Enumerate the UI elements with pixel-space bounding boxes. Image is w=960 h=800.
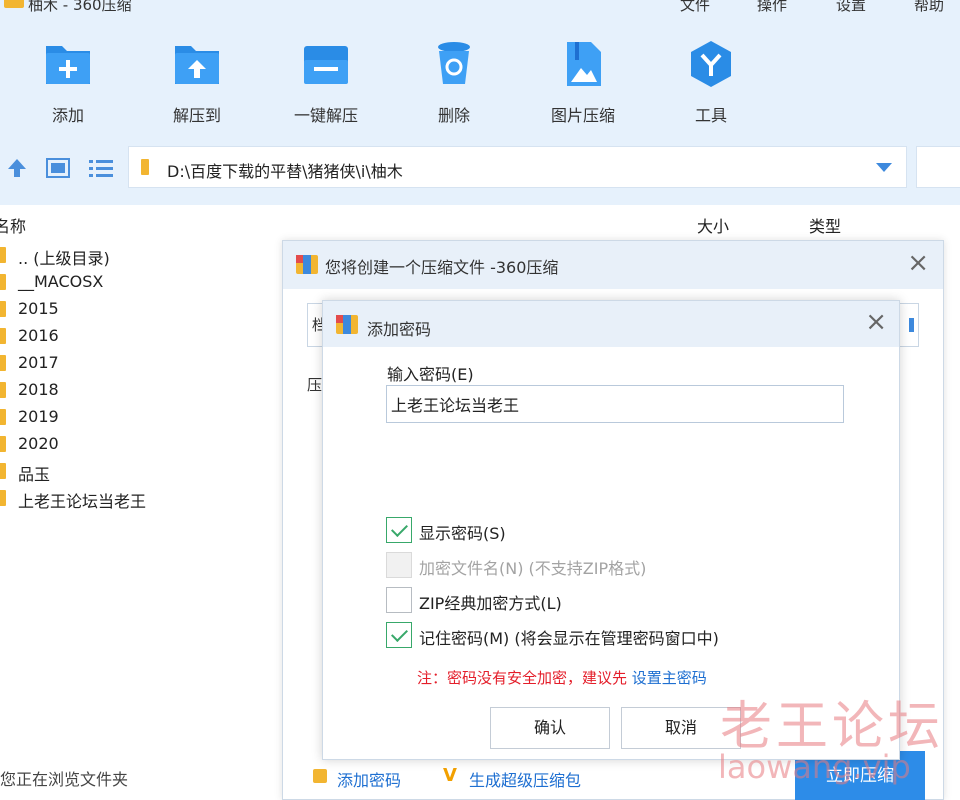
super-package-link[interactable]: 生成超级压缩包 <box>469 767 581 791</box>
folder-icon <box>0 274 6 290</box>
column-type[interactable]: 类型 <box>809 213 841 237</box>
set-master-password-link[interactable]: 设置主密码 <box>632 669 707 687</box>
list-item[interactable]: .. (上级目录) <box>0 242 280 269</box>
list-item[interactable]: 品玉 <box>0 458 280 485</box>
menu-file[interactable]: 文件 <box>680 0 710 15</box>
file-name: 2016 <box>18 326 59 345</box>
extract-to-button[interactable]: 解压到 <box>149 38 245 126</box>
zip-classic-encryption-label: ZIP经典加密方式(L) <box>419 594 562 613</box>
folder-icon <box>0 328 6 344</box>
list-item[interactable]: 2019 <box>0 404 280 431</box>
menu-help[interactable]: 帮助 <box>914 0 944 15</box>
one-click-extract-button[interactable]: 一键解压 <box>278 38 374 126</box>
file-name: 2017 <box>18 353 59 372</box>
one-click-extract-label: 一键解压 <box>293 106 358 125</box>
dialog-title: 添加密码 <box>367 320 432 339</box>
watermark-url: laowang.vip <box>718 748 911 786</box>
dialog-title: 您将创建一个压缩文件 -360压缩 <box>325 258 559 277</box>
folder-icon <box>0 301 6 317</box>
tools-label: 工具 <box>694 106 727 125</box>
folder-icon <box>0 247 6 263</box>
delete-icon <box>438 42 470 84</box>
list-item[interactable]: 2016 <box>0 323 280 350</box>
list-item[interactable]: 2015 <box>0 296 280 323</box>
dialog-header: 添加密码 × <box>323 301 899 347</box>
add-label: 添加 <box>51 106 84 125</box>
file-name: .. (上级目录) <box>18 249 110 268</box>
status-text: 您正在浏览文件夹 <box>0 770 129 789</box>
menu-settings[interactable]: 设置 <box>836 0 866 15</box>
up-arrow-icon[interactable] <box>6 157 28 179</box>
add-password-link[interactable]: 添加密码 <box>337 767 401 791</box>
archive-icon <box>336 315 358 334</box>
file-name: 2018 <box>18 380 59 399</box>
menu-operate[interactable]: 操作 <box>757 0 787 15</box>
compress-label: 压 <box>307 376 323 394</box>
encrypt-filename-checkbox[interactable] <box>386 552 412 578</box>
folder-icon <box>0 382 6 398</box>
show-password-label: 显示密码(S) <box>419 524 506 543</box>
super-package-icon: V <box>443 765 457 786</box>
note-text: 注：密码没有安全加密，建议先 <box>417 669 628 687</box>
file-name: 2015 <box>18 299 59 318</box>
remember-password-checkbox[interactable] <box>386 622 412 648</box>
field-accent <box>909 318 914 332</box>
password-input[interactable] <box>386 385 844 423</box>
file-name: 上老王论坛当老王 <box>18 492 147 511</box>
list-item[interactable]: __MACOSX <box>0 269 280 296</box>
view-thumbnail-icon[interactable] <box>46 157 70 179</box>
search-input[interactable] <box>916 146 960 188</box>
file-name: 2020 <box>18 434 59 453</box>
delete-label: 删除 <box>437 106 470 125</box>
one-click-extract-icon <box>304 46 348 84</box>
tools-icon <box>691 41 731 87</box>
add-icon <box>46 46 90 84</box>
folder-icon <box>0 409 6 425</box>
file-name: 2019 <box>18 407 59 426</box>
extract-to-label: 解压到 <box>172 106 221 125</box>
image-compress-icon <box>567 42 601 86</box>
close-icon[interactable]: × <box>865 307 887 337</box>
window-title: 柚木 - 360压缩 <box>28 0 132 14</box>
folder-icon <box>0 436 6 452</box>
folder-icon <box>0 355 6 371</box>
folder-icon <box>0 463 6 479</box>
show-password-checkbox[interactable] <box>386 517 412 543</box>
list-item[interactable]: 上老王论坛当老王 <box>0 485 280 512</box>
toolbar: 添加 解压到 一键解压 删除 图片压缩 工具 <box>0 30 960 135</box>
column-size[interactable]: 大小 <box>697 213 729 237</box>
list-item[interactable]: 2020 <box>0 431 280 458</box>
title-bar: 柚木 - 360压缩 文件 操作 设置 帮助 <box>0 0 960 30</box>
lock-icon <box>313 769 327 783</box>
column-header: 名称 大小 类型 <box>0 205 960 239</box>
file-name: 品玉 <box>18 465 51 484</box>
password-label: 输入密码(E) <box>387 365 474 384</box>
list-item[interactable]: 2017 <box>0 350 280 377</box>
close-icon[interactable]: × <box>907 248 929 278</box>
confirm-button[interactable]: 确认 <box>490 707 610 749</box>
remember-password-label: 记住密码(M) (将会显示在管理密码窗口中) <box>419 629 719 648</box>
address-path: D:\百度下载的平替\猪猪侠\i\柚木 <box>167 162 403 181</box>
zip-classic-encryption-checkbox[interactable] <box>386 587 412 613</box>
archive-icon <box>296 255 318 274</box>
security-note: 注：密码没有安全加密，建议先 设置主密码 <box>417 667 707 688</box>
tools-button[interactable]: 工具 <box>663 38 759 126</box>
encrypt-filename-label: 加密文件名(N) (不支持ZIP格式) <box>419 559 647 578</box>
delete-button[interactable]: 删除 <box>406 38 502 126</box>
folder-icon <box>0 490 6 506</box>
add-button[interactable]: 添加 <box>20 38 116 126</box>
extract-to-icon <box>175 46 219 84</box>
column-name[interactable]: 名称 <box>0 213 26 237</box>
image-compress-label: 图片压缩 <box>550 106 615 125</box>
view-list-icon[interactable] <box>88 157 114 179</box>
image-compress-button[interactable]: 图片压缩 <box>535 38 631 126</box>
app-logo-icon <box>4 0 24 8</box>
folder-icon <box>141 159 149 175</box>
file-name: __MACOSX <box>18 272 104 291</box>
dropdown-arrow-icon[interactable] <box>876 163 892 172</box>
address-bar[interactable]: D:\百度下载的平替\猪猪侠\i\柚木 <box>128 146 907 188</box>
dialog-header: 您将创建一个压缩文件 -360压缩 × <box>283 241 943 289</box>
list-item[interactable]: 2018 <box>0 377 280 404</box>
address-row: D:\百度下载的平替\猪猪侠\i\柚木 <box>0 135 960 205</box>
